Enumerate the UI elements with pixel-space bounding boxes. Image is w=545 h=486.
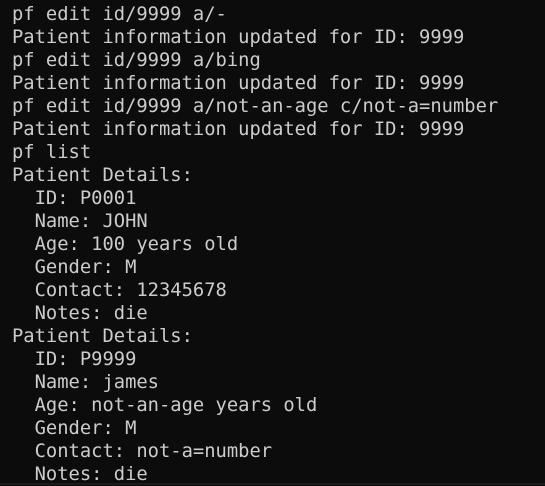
command-line: pf list <box>12 142 92 163</box>
patient-notes-line: Notes: die <box>12 303 148 324</box>
terminal-output-area[interactable]: pf edit id/9999 a/- Patient information … <box>0 0 545 485</box>
patient-gender-line: Gender: M <box>12 418 137 439</box>
patient-details-header: Patient Details: <box>12 165 193 186</box>
patient-contact-line: Contact: 12345678 <box>12 280 227 301</box>
patient-gender-line: Gender: M <box>12 257 137 278</box>
output-line: Patient information updated for ID: 9999 <box>12 73 465 94</box>
patient-contact-line: Contact: not-a=number <box>12 441 273 462</box>
command-line: pf edit id/9999 a/- <box>12 4 227 25</box>
patient-name-line: Name: JOHN <box>12 211 148 232</box>
patient-age-line: Age: 100 years old <box>12 234 239 255</box>
patient-details-header: Patient Details: <box>12 326 193 347</box>
patient-id-line: ID: P9999 <box>12 349 137 370</box>
command-line: pf edit id/9999 a/not-an-age c/not-a=num… <box>12 96 499 117</box>
patient-age-line: Age: not-an-age years old <box>12 395 318 416</box>
output-line: Patient information updated for ID: 9999 <box>12 27 465 48</box>
output-line: Patient information updated for ID: 9999 <box>12 119 465 140</box>
command-line: pf edit id/9999 a/bing <box>12 50 261 71</box>
patient-id-line: ID: P0001 <box>12 188 137 209</box>
patient-name-line: Name: james <box>12 372 159 393</box>
